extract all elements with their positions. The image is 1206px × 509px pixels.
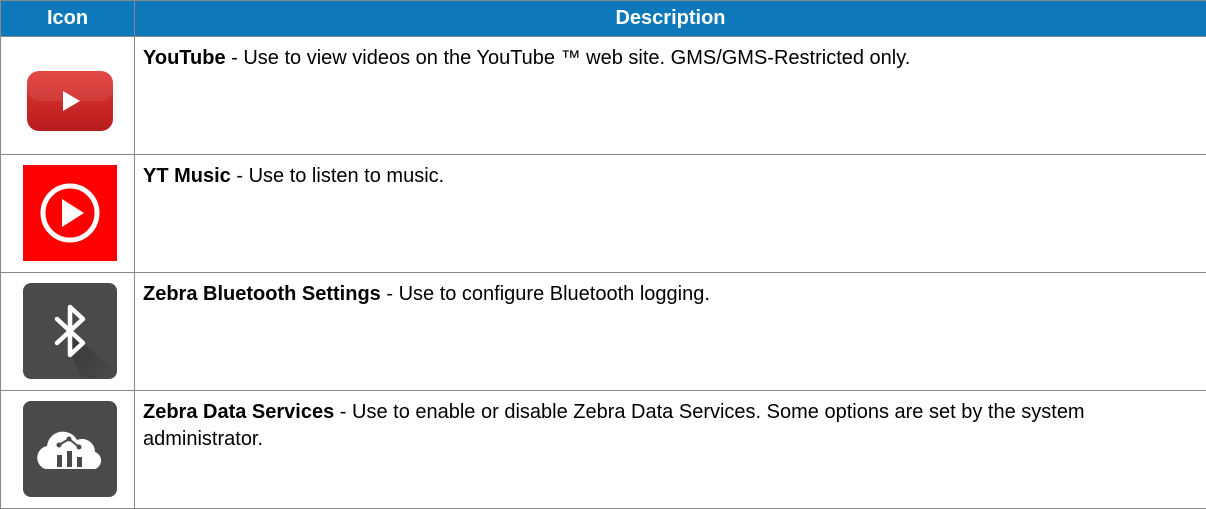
icon-cell xyxy=(1,37,135,155)
description-cell: Zebra Data Services - Use to enable or d… xyxy=(135,391,1206,509)
description-cell: YT Music - Use to listen to music. xyxy=(135,155,1206,273)
table-row: YouTube - Use to view videos on the YouT… xyxy=(1,37,1206,155)
app-name: YouTube xyxy=(143,47,226,69)
icon-cell xyxy=(1,273,135,391)
description-cell: Zebra Bluetooth Settings - Use to config… xyxy=(135,273,1206,391)
description-column-header: Description xyxy=(135,1,1206,37)
icon-cell xyxy=(1,391,135,509)
app-description: - Use to configure Bluetooth logging. xyxy=(381,283,710,305)
app-name: Zebra Bluetooth Settings xyxy=(143,283,381,305)
cloud-analytics-icon xyxy=(23,401,117,497)
app-name: YT Music xyxy=(143,165,231,187)
app-name: Zebra Data Services xyxy=(143,401,334,423)
icon-column-header: Icon xyxy=(1,1,135,37)
app-description: - Use to view videos on the YouTube ™ we… xyxy=(226,47,911,69)
table-row: Zebra Bluetooth Settings - Use to config… xyxy=(1,273,1206,391)
icon-cell xyxy=(1,155,135,273)
app-icon-table: Icon Description xyxy=(0,0,1206,509)
app-description: - Use to listen to music. xyxy=(231,165,444,187)
table-row: YT Music - Use to listen to music. xyxy=(1,155,1206,273)
table-header-row: Icon Description xyxy=(1,1,1206,37)
description-cell: YouTube - Use to view videos on the YouT… xyxy=(135,37,1206,155)
table-row: Zebra Data Services - Use to enable or d… xyxy=(1,391,1206,509)
youtube-icon xyxy=(23,47,117,143)
yt-music-icon xyxy=(23,165,117,261)
bluetooth-icon xyxy=(23,283,117,379)
